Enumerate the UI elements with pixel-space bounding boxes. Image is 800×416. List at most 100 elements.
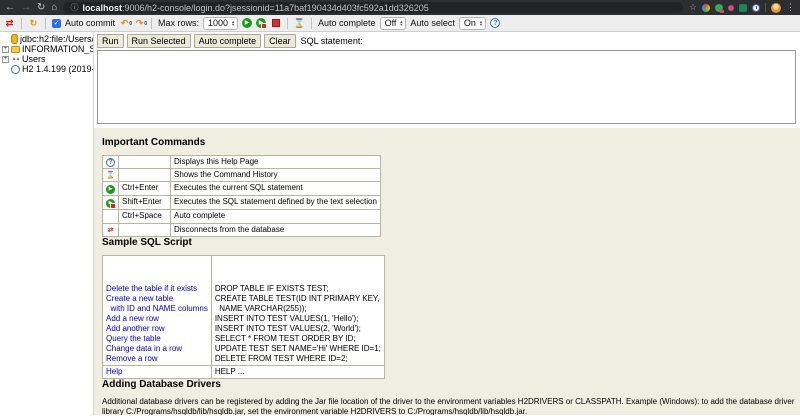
help-frame: Important Commands Displays this Help Pa… [94,128,800,415]
refresh-icon[interactable]: ↻ [28,18,39,29]
divider [287,18,288,29]
sample-sql-link[interactable]: Add a new row [106,314,208,324]
command-row: Ctrl+Enter Executes the current SQL stat… [103,182,381,196]
extension-icon[interactable] [728,5,734,11]
tree-item-label: jdbc:h2:file:/Users/seunmatt/Doc [20,34,93,44]
autocommit-checkbox[interactable]: ✓ [52,19,61,28]
help-sql-line: HELP ... [215,367,381,377]
tree-item-icon [11,34,18,44]
sample-sql-line: DELETE FROM TEST WHERE ID=2; [215,354,381,364]
sample-sql-link[interactable]: Create a new table [106,294,208,304]
autocomplete-label: Auto complete [318,18,376,28]
command-description: Auto complete [171,210,381,224]
query-frame: RunRun SelectedAuto completeClear SQL st… [94,32,800,128]
command-shortcut [119,169,171,182]
maxrows-label: Max rows: [158,18,199,28]
disconnect-icon[interactable]: ⇄ [4,18,15,29]
tree-item-label: INFORMATION_SCHEMA [22,44,93,54]
query-button[interactable]: Run Selected [127,34,191,48]
commit-icon[interactable]: ↶0 [119,18,130,29]
command-icon [106,226,115,235]
tree-item[interactable]: H2 1.4.199 (2019-03-13) [2,64,93,74]
sample-sql-link[interactable]: Change data in a row [106,344,208,354]
query-button[interactable]: Clear [264,34,296,48]
autoselect-select[interactable]: On▲▼ [459,17,486,30]
tree-item[interactable]: + INFORMATION_SCHEMA [2,44,93,54]
run-icon[interactable]: ▶ [242,18,252,28]
command-icon [106,158,115,167]
sample-sql-link[interactable]: Add another row [106,324,208,334]
sql-editor[interactable] [97,50,796,124]
site-info-icon[interactable]: ⓘ [70,2,78,13]
query-button[interactable]: Run [97,34,124,48]
sample-sql-line: INSERT INTO TEST VALUES(2, 'World'); [215,324,381,334]
history-icon[interactable]: ⌛ [294,18,305,29]
autocomplete-select[interactable]: Off▲▼ [380,17,407,30]
query-button[interactable]: Auto complete [194,34,262,48]
sample-sql-line: DROP TABLE IF EXISTS TEST; [215,284,381,294]
divider [45,18,46,29]
command-shortcut: Ctrl+Space [119,210,171,224]
tree-item-icon [11,55,20,64]
tree-item-label: Users [22,54,46,64]
maxrows-select[interactable]: 1000▲▼ [203,17,238,30]
run-selected-icon[interactable]: ▶ [256,18,266,28]
sample-sql-link[interactable]: Delete the table if it exists [106,284,208,294]
tree-item-icon [11,46,20,53]
profile-avatar[interactable] [771,3,781,13]
expand-icon[interactable]: + [2,46,9,53]
divider [151,18,152,29]
sample-sql-line: INSERT INTO TEST VALUES(1, 'Hello'); [215,314,381,324]
reload-icon[interactable]: ↻ [37,3,45,13]
forward-icon[interactable]: → [21,3,31,13]
command-description: Executes the current SQL statement [171,182,381,196]
home-icon[interactable]: ⌂ [51,3,57,13]
address-bar[interactable]: ⓘ localhost:9006/h2-console/login.do?jse… [63,2,682,13]
sample-sql-link[interactable]: Remove a row [106,354,208,364]
sample-links-cell: Delete the table if it existsCreate a ne… [103,256,212,366]
extension-icon[interactable] [752,4,760,12]
command-row: Displays this Help Page [103,156,381,169]
sample-sql-title: Sample SQL Script [102,237,800,248]
cancel-icon[interactable] [272,19,280,27]
command-description: Disconnects from the database [171,224,381,237]
extension-icon[interactable] [739,4,747,12]
drivers-title: Adding Database Drivers [102,379,800,390]
command-shortcut: Shift+Enter [119,196,171,210]
browser-menu-icon[interactable]: ⋮ [786,2,795,13]
sample-sql-line: SELECT * FROM TEST ORDER BY ID; [215,334,381,344]
command-icon [106,211,115,220]
tree-item[interactable]: jdbc:h2:file:/Users/seunmatt/Doc [2,34,93,44]
help-link[interactable]: Help [106,367,208,377]
back-icon[interactable]: ← [5,3,15,13]
sample-sql-link[interactable]: with ID and NAME columns [106,304,208,314]
extension-icon[interactable] [702,4,710,12]
command-row: Ctrl+Space Auto complete [103,210,381,224]
browser-chrome: ← → ↻ ⌂ ⓘ localhost:9006/h2-console/logi… [0,0,800,15]
h2-toolbar: ⇄ ↻ ✓ Auto commit ↶0 ↷0 Max rows: 1000▲▼… [0,15,800,32]
sample-sql-line: UPDATE TEST SET NAME='Hi' WHERE ID=1; [215,344,381,354]
extension-icon[interactable] [715,4,723,12]
command-row: Shows the Command History [103,169,381,182]
sample-sql-link[interactable]: Query the table [106,334,208,344]
sample-sql-line: CREATE TABLE TEST(ID INT PRIMARY KEY, [215,294,381,304]
database-tree: jdbc:h2:file:/Users/seunmatt/Doc + INFOR… [0,32,94,415]
help-icon[interactable]: ? [490,18,500,28]
command-icon [106,185,115,194]
divider [21,18,22,29]
command-shortcut [119,156,171,169]
bookmark-star-icon[interactable]: ☆ [689,2,697,13]
url-text: localhost:9006/h2-console/login.do?jsess… [82,3,428,13]
rollback-icon[interactable]: ↷0 [134,18,145,29]
divider [311,18,312,29]
command-shortcut: Ctrl+Enter [119,182,171,196]
tree-item-label: H2 1.4.199 (2019-03-13) [22,64,93,74]
tree-item[interactable]: + Users [2,54,93,64]
drivers-paragraph: Additional database drivers can be regis… [102,397,797,415]
command-icon [106,199,115,208]
expand-icon[interactable]: + [2,56,9,63]
important-commands-title: Important Commands [102,137,800,148]
sample-sql-cell: DROP TABLE IF EXISTS TEST;CREATE TABLE T… [211,256,384,366]
important-commands-table: Displays this Help Page Shows the Comman… [102,155,381,237]
command-row: Disconnects from the database [103,224,381,237]
